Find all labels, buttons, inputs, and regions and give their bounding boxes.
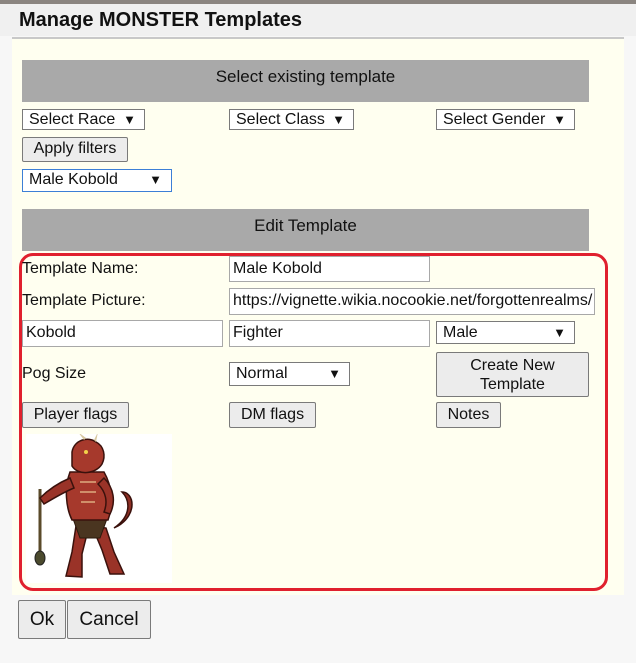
pog-size-value: Normal (236, 365, 288, 382)
class-input[interactable]: Fighter (229, 320, 430, 347)
ok-button[interactable]: Ok (18, 600, 66, 639)
template-picture-input[interactable]: https://vignette.wikia.nocookie.net/forg… (229, 288, 595, 315)
dialog-title: Manage MONSTER Templates (0, 4, 636, 36)
race-input[interactable]: Kobold (22, 320, 223, 347)
class-filter-value: Select Class (236, 111, 325, 128)
pog-size-label: Pog Size (22, 365, 87, 382)
gender-select-value: Male (443, 324, 478, 341)
chevron-down-icon: ▼ (123, 112, 136, 127)
notes-button[interactable]: Notes (436, 402, 501, 428)
template-select-value: Male Kobold (29, 171, 118, 188)
chevron-down-icon: ▼ (328, 366, 341, 381)
apply-filters-button[interactable]: Apply filters (22, 137, 128, 162)
gender-select[interactable]: Male ▼ (436, 321, 575, 344)
template-select[interactable]: Male Kobold ▼ (22, 169, 172, 192)
template-name-label: Template Name: (22, 260, 139, 277)
template-picture-preview (26, 432, 172, 583)
player-flags-button[interactable]: Player flags (22, 402, 129, 428)
gender-filter-select[interactable]: Select Gender ▼ (436, 109, 575, 130)
pog-size-select[interactable]: Normal ▼ (229, 362, 350, 386)
gender-filter-value: Select Gender (443, 111, 546, 128)
dm-flags-button[interactable]: DM flags (229, 402, 316, 428)
chevron-down-icon: ▼ (332, 112, 345, 127)
create-new-template-button[interactable]: Create New Template (436, 352, 589, 397)
race-filter-value: Select Race (29, 111, 116, 128)
create-new-label-line1: Create New (470, 357, 555, 374)
edit-template-header: Edit Template (22, 209, 589, 251)
race-filter-select[interactable]: Select Race ▼ (22, 109, 145, 130)
template-picture-label: Template Picture: (22, 292, 146, 309)
template-name-input[interactable]: Male Kobold (229, 256, 430, 282)
select-template-header: Select existing template (22, 60, 589, 102)
cancel-button[interactable]: Cancel (67, 600, 151, 639)
chevron-down-icon: ▼ (149, 172, 162, 187)
chevron-down-icon: ▼ (553, 325, 566, 340)
chevron-down-icon: ▼ (553, 112, 566, 127)
class-filter-select[interactable]: Select Class ▼ (229, 109, 354, 130)
kobold-illustration (34, 432, 133, 578)
create-new-label-line2: Template (480, 376, 545, 393)
